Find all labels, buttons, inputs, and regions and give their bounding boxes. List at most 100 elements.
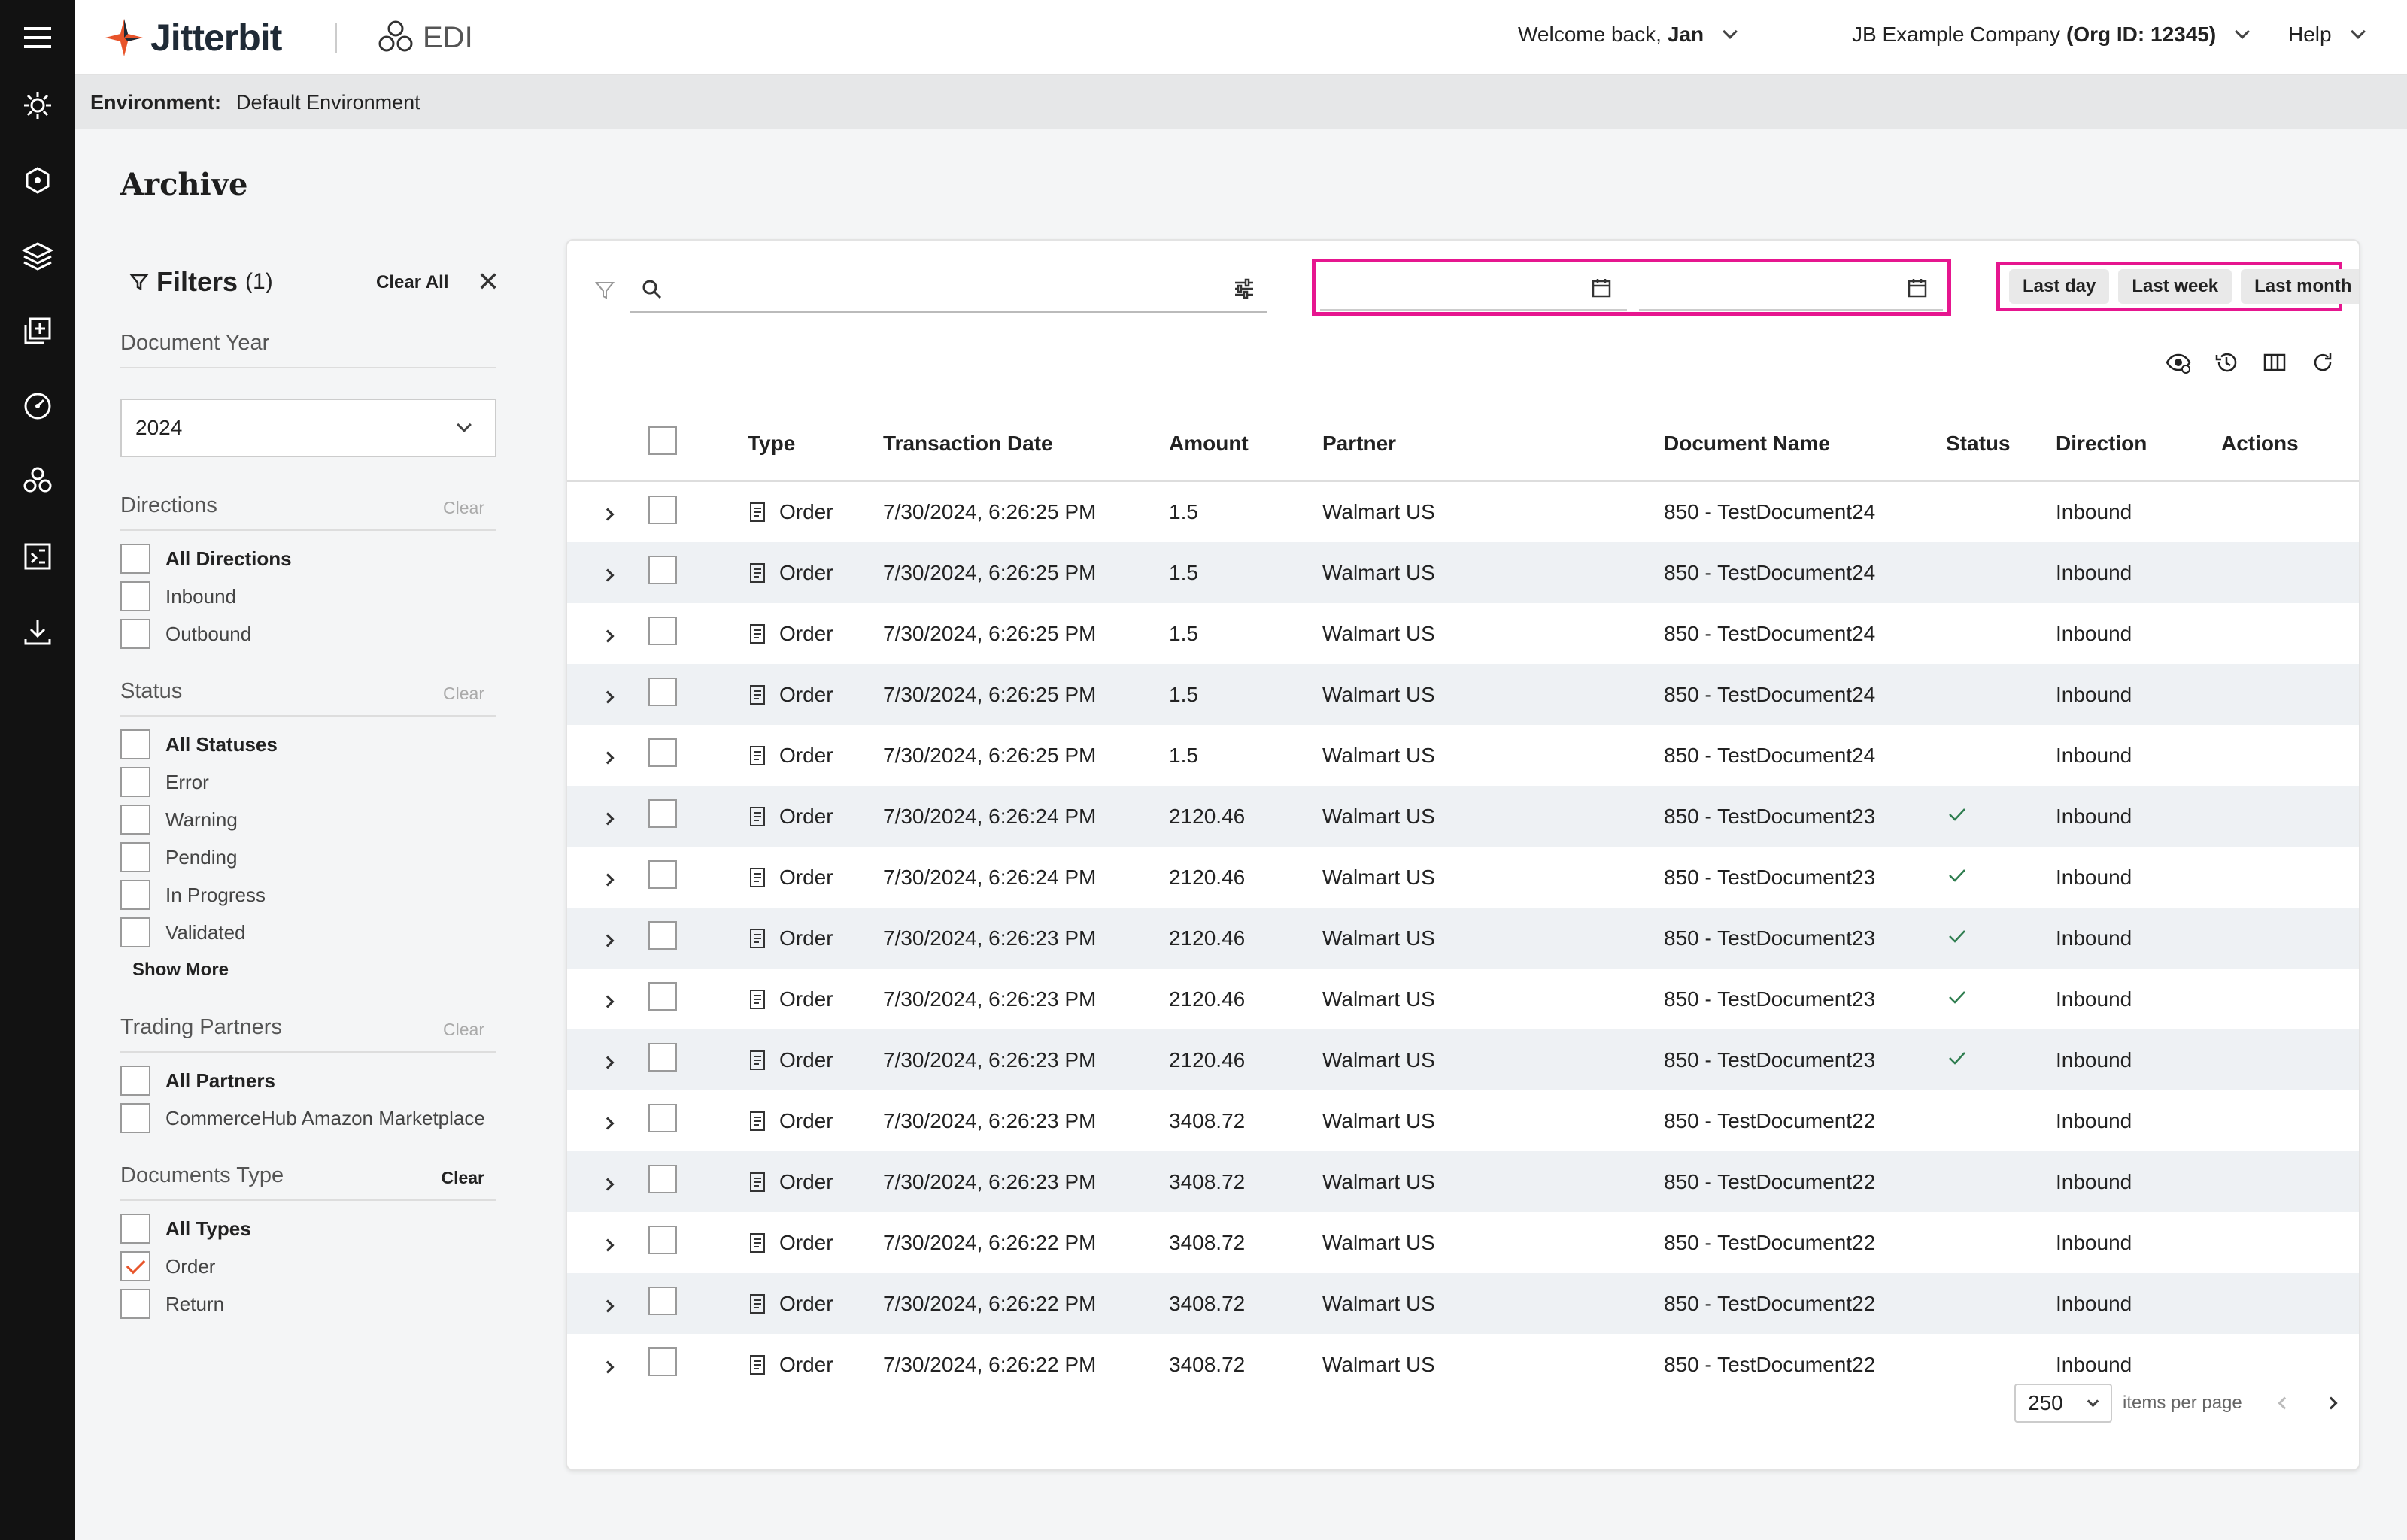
row-checkbox[interactable] — [648, 799, 677, 828]
settings-gear-icon[interactable] — [20, 87, 56, 123]
calendar-icon[interactable] — [1589, 276, 1613, 300]
search-input[interactable] — [672, 271, 1199, 307]
chevron-right-icon[interactable] — [601, 1360, 615, 1373]
checkbox[interactable] — [120, 1214, 150, 1244]
help-menu[interactable]: Help — [2288, 23, 2366, 47]
table-row[interactable]: Order 7/30/2024, 6:26:25 PM 1.5 Walmart US 8… — [567, 542, 2359, 603]
row-checkbox[interactable] — [648, 1043, 677, 1072]
checkbox[interactable] — [120, 805, 150, 835]
column-document-name[interactable]: Document Name — [1664, 406, 1946, 482]
last-month-button[interactable]: Last month — [2241, 269, 2359, 304]
end-date-input[interactable] — [1639, 267, 1943, 311]
edi-product[interactable]: EDI — [376, 17, 473, 59]
column-status[interactable]: Status — [1946, 406, 2056, 482]
chevron-right-icon[interactable] — [601, 873, 615, 886]
option-validated[interactable]: Validated — [120, 914, 496, 951]
refresh-icon[interactable] — [2309, 349, 2336, 376]
chevron-right-icon[interactable] — [601, 1299, 615, 1312]
previous-page-icon[interactable] — [2278, 1396, 2291, 1410]
option-inbound[interactable]: Inbound — [120, 578, 496, 615]
chevron-right-icon[interactable] — [601, 690, 615, 703]
option-all-statuses[interactable]: All Statuses — [120, 726, 496, 763]
download-icon[interactable] — [20, 614, 56, 650]
chevron-right-icon[interactable] — [601, 508, 615, 521]
table-row[interactable]: Order 7/30/2024, 6:26:25 PM 1.5 Walmart US 8… — [567, 725, 2359, 786]
column-direction[interactable]: Direction — [2056, 406, 2221, 482]
clear-all-button[interactable]: Clear All — [376, 272, 448, 293]
chevron-right-icon[interactable] — [601, 751, 615, 764]
checkbox[interactable] — [120, 581, 150, 611]
checkbox[interactable] — [120, 1289, 150, 1319]
table-row[interactable]: Order 7/30/2024, 6:26:23 PM 2120.46 Walmart… — [567, 969, 2359, 1029]
checkbox[interactable] — [120, 767, 150, 797]
row-checkbox[interactable] — [648, 921, 677, 950]
chevron-right-icon[interactable] — [601, 995, 615, 1008]
environment-value[interactable]: Default Environment — [236, 91, 420, 114]
search-box[interactable] — [630, 265, 1267, 313]
layers-icon[interactable] — [20, 238, 56, 274]
option-commercehub[interactable]: CommerceHub Amazon Marketplace — [120, 1099, 496, 1137]
chevron-right-icon[interactable] — [601, 1117, 615, 1129]
items-per-page-select[interactable]: 250 — [2014, 1384, 2112, 1423]
row-checkbox[interactable] — [648, 495, 677, 524]
chevron-right-icon[interactable] — [601, 629, 615, 642]
row-checkbox[interactable] — [648, 617, 677, 645]
close-icon[interactable]: ✕ — [477, 266, 499, 298]
row-checkbox[interactable] — [648, 982, 677, 1011]
table-row[interactable]: Order 7/30/2024, 6:26:25 PM 1.5 Walmart US 8… — [567, 603, 2359, 664]
checkbox[interactable] — [120, 1066, 150, 1096]
chevron-right-icon[interactable] — [601, 568, 615, 581]
option-outbound[interactable]: Outbound — [120, 615, 496, 653]
document-year-select[interactable]: 2024 — [120, 399, 496, 457]
chevron-right-icon[interactable] — [601, 812, 615, 825]
checkbox[interactable] — [120, 880, 150, 910]
option-return[interactable]: Return — [120, 1285, 496, 1323]
visibility-settings-icon[interactable] — [2165, 349, 2192, 376]
checkbox[interactable] — [120, 1103, 150, 1133]
option-pending[interactable]: Pending — [120, 838, 496, 876]
calendar-icon[interactable] — [1905, 276, 1929, 300]
user-menu[interactable]: Welcome back, Jan — [1518, 23, 1738, 47]
chevron-right-icon[interactable] — [601, 934, 615, 947]
option-warning[interactable]: Warning — [120, 801, 496, 838]
column-amount[interactable]: Amount — [1169, 406, 1322, 482]
checkbox[interactable] — [120, 917, 150, 947]
add-document-icon[interactable] — [20, 313, 56, 349]
column-partner[interactable]: Partner — [1322, 406, 1664, 482]
tune-icon[interactable] — [1232, 277, 1256, 301]
start-date-input[interactable] — [1320, 267, 1627, 311]
menu-icon[interactable] — [20, 20, 56, 56]
network-icon[interactable] — [20, 162, 56, 199]
row-checkbox[interactable] — [648, 1165, 677, 1193]
filter-toggle-icon[interactable] — [594, 280, 615, 301]
show-more-button[interactable]: Show More — [120, 951, 496, 989]
dashboard-gauge-icon[interactable] — [20, 388, 56, 424]
next-page-icon[interactable] — [2324, 1396, 2338, 1410]
checkbox[interactable] — [120, 619, 150, 649]
row-checkbox[interactable] — [648, 1104, 677, 1132]
table-row[interactable]: Order 7/30/2024, 6:26:24 PM 2120.46 Walmart… — [567, 847, 2359, 908]
option-all-types[interactable]: All Types — [120, 1210, 496, 1247]
table-row[interactable]: Order 7/30/2024, 6:26:25 PM 1.5 Walmart US 8… — [567, 664, 2359, 725]
table-row[interactable]: Order 7/30/2024, 6:26:23 PM 2120.46 Walmart… — [567, 908, 2359, 969]
row-checkbox[interactable] — [648, 860, 677, 889]
checkbox[interactable] — [120, 729, 150, 759]
doc-types-clear-button[interactable]: Clear — [441, 1168, 484, 1188]
end-date-field[interactable] — [1639, 270, 1895, 306]
status-clear-button[interactable]: Clear — [443, 684, 484, 704]
table-row[interactable]: Order 7/30/2024, 6:26:25 PM 1.5 Walmart US 8… — [567, 481, 2359, 542]
start-date-field[interactable] — [1320, 270, 1576, 306]
table-row[interactable]: Order 7/30/2024, 6:26:23 PM 2120.46 Walmart… — [567, 1029, 2359, 1090]
table-row[interactable]: Order 7/30/2024, 6:26:22 PM 3408.72 Walmart… — [567, 1212, 2359, 1273]
checkbox[interactable] — [120, 842, 150, 872]
row-checkbox[interactable] — [648, 556, 677, 584]
option-order[interactable]: Order — [120, 1247, 496, 1285]
org-menu[interactable]: JB Example Company (Org ID: 12345) — [1852, 23, 2251, 47]
edi-icon[interactable] — [20, 463, 56, 499]
table-row[interactable]: Order 7/30/2024, 6:26:24 PM 2120.46 Walmart… — [567, 786, 2359, 847]
last-week-button[interactable]: Last week — [2118, 269, 2232, 304]
last-day-button[interactable]: Last day — [2009, 269, 2110, 304]
table-row[interactable]: Order 7/30/2024, 6:26:22 PM 3408.72 Walmart… — [567, 1273, 2359, 1334]
chevron-right-icon[interactable] — [601, 1056, 615, 1069]
row-checkbox[interactable] — [648, 1226, 677, 1254]
